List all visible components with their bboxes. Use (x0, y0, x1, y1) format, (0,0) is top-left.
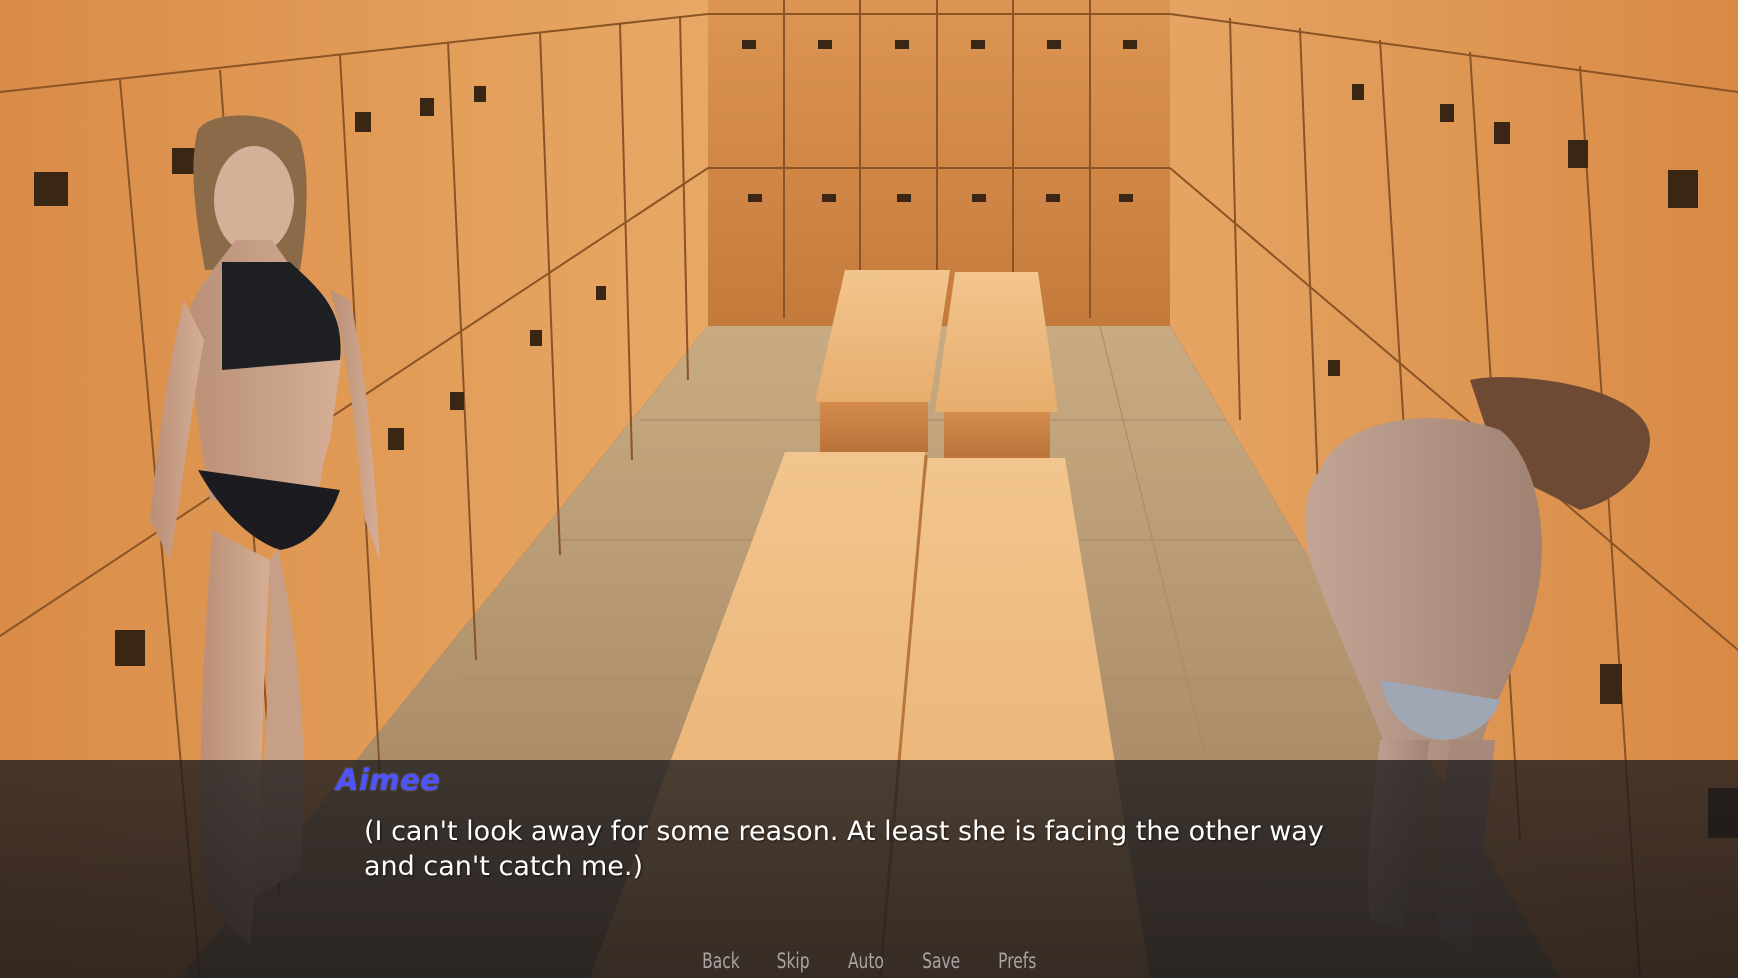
auto-button[interactable]: Auto (846, 949, 885, 973)
speaker-name: Aimee (336, 763, 441, 797)
game-screen[interactable]: Aimee (I can't look away for some reason… (0, 0, 1738, 978)
back-button[interactable]: Back (700, 949, 741, 973)
quick-menu: Back Skip Auto Save Prefs (0, 944, 1738, 978)
skip-button[interactable]: Skip (775, 949, 811, 973)
save-button[interactable]: Save (920, 949, 961, 973)
dialogue-text: (I can't look away for some reason. At l… (364, 816, 1324, 882)
prefs-button[interactable]: Prefs (996, 949, 1037, 973)
